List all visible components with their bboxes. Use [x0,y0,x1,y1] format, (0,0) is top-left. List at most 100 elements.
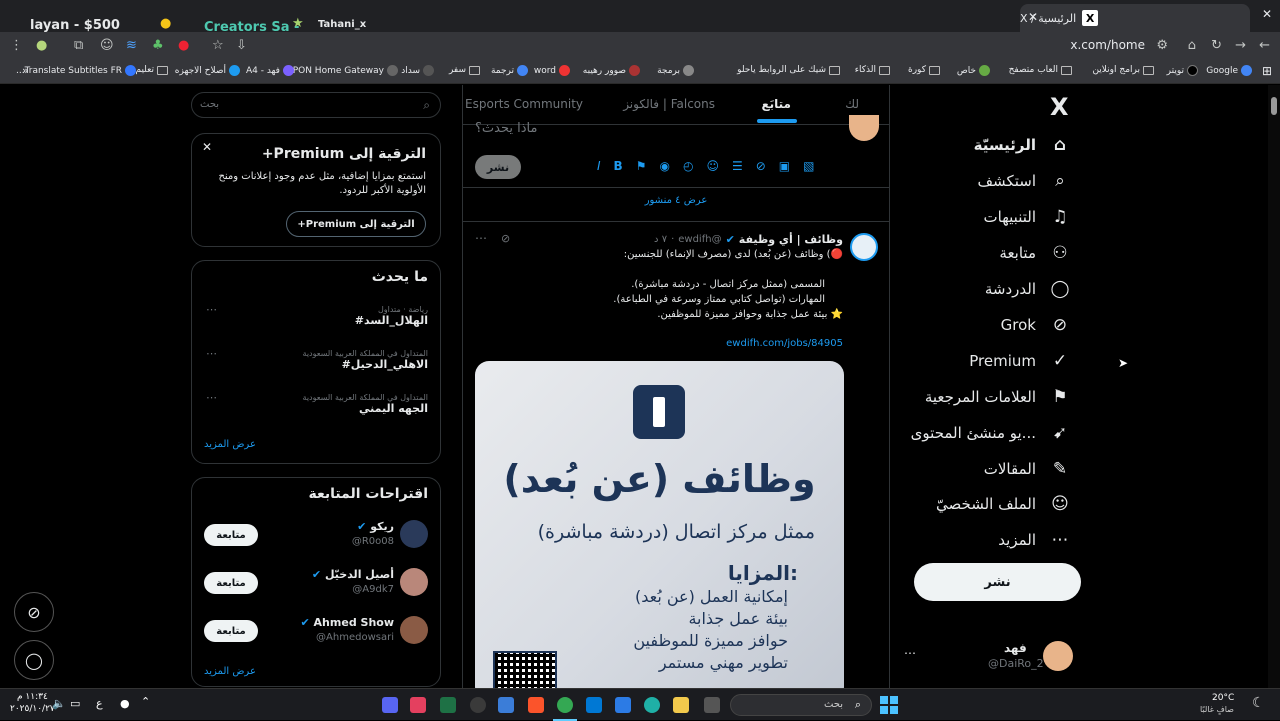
edge-icon[interactable] [644,697,660,713]
nav-profile[interactable]: ☺ الملف الشخصيّ [936,489,1070,519]
discord-icon[interactable] [382,697,398,713]
bookmark-private[interactable]: خاص [957,65,990,76]
profile-icon[interactable]: ● [36,38,47,53]
url-text[interactable]: x.com/home [1070,38,1145,52]
schedule-icon[interactable]: ◴ [683,159,693,173]
weather-moon-icon[interactable]: ☾ [1252,695,1265,711]
sidebar-post-button[interactable]: نشر [914,563,1081,601]
chrome-icon[interactable] [557,697,573,713]
bookmark-translate[interactable]: ترجمة [491,65,528,76]
avatar[interactable] [400,616,428,644]
back-icon[interactable]: ← [1259,38,1270,53]
trends-show-more[interactable]: عرض المزيد [204,439,256,450]
follow-name[interactable]: ريكو ✔ [357,520,394,533]
grok-tweet-icon[interactable]: ⊘ [501,232,510,245]
bookmark-star-icon[interactable]: ☆ [212,38,224,53]
tweet-handle[interactable]: @ewdifh [678,234,721,245]
bookmark-images[interactable]: صوور رهيبه [583,65,640,76]
nav-creator-studio[interactable]: ➹ ...يو منشئ المحتوى [911,418,1070,448]
excel-icon[interactable] [440,697,456,713]
trend-item[interactable]: المتداول في المملكة العربية السعودية #الا… [303,349,428,371]
windows-start-icon[interactable] [880,696,898,714]
trend-more-icon[interactable]: ⋯ [206,347,217,360]
nav-bookmarks[interactable]: ⚑ العلامات المرجعية [925,382,1070,412]
tab-for-you[interactable]: لك [845,97,859,111]
app-blue-icon[interactable] [498,697,514,713]
bookmark-word[interactable]: word [534,65,570,76]
install-icon[interactable]: ⇩ [236,38,247,53]
network-icon[interactable]: ▭ [70,697,80,710]
tab-following[interactable]: متابَع [761,97,791,111]
premium-upgrade-button[interactable]: +Premium الترقية إلى [286,211,426,237]
bookmark-travel[interactable]: سفر [449,65,480,75]
file-explorer-icon[interactable] [673,697,689,713]
more-bookmarks-icon[interactable]: » [22,64,29,77]
input-language[interactable]: ع [96,697,103,710]
menu-icon[interactable]: ⋮ [10,38,23,53]
bookmark-fahad-a4[interactable]: فهد - A4 [246,65,294,76]
forward-icon[interactable]: → [1235,38,1246,53]
follow-button[interactable]: متابعة [204,620,258,642]
tweet-time[interactable]: ٧ د [654,234,667,245]
account-menu-icon[interactable]: ⋯ [904,646,916,660]
bookmark-gpon[interactable]: GPON Home Gateway [286,65,398,76]
nav-articles[interactable]: ✎ المقالات [984,454,1070,484]
bookmark-sadad[interactable]: سداد [401,65,434,76]
nav-grok[interactable]: ⊘ Grok [1001,310,1070,340]
app-circle-icon[interactable] [470,697,486,713]
extension-face-icon[interactable]: ☺ [100,38,114,53]
location-icon[interactable]: ◉ [659,159,669,173]
bookmark-online-tools[interactable]: برامج اونلاين [1092,65,1154,75]
microphone-icon[interactable]: ● [120,697,130,710]
avatar[interactable] [400,568,428,596]
show-posts-link[interactable]: عرض ٤ منشور [463,195,889,206]
flag-icon[interactable]: ⚑ [636,159,647,173]
nav-chat[interactable]: ◯ الدردشة [985,274,1070,304]
taskbar-search-input[interactable]: بحث [824,699,843,710]
bookmark-link-checker[interactable]: شيك على الروابط ياحلو [737,65,840,75]
nav-more[interactable]: ⋯ المزيد [998,525,1070,555]
reload-icon[interactable]: ↻ [1211,38,1222,53]
bookmark-translate-subtitles[interactable]: Translate Subtitles FR... [16,65,136,76]
bookmark-football[interactable]: كورة [908,65,940,75]
tab-falcons[interactable]: فالكونز | Falcons [623,97,715,111]
italic-icon[interactable]: I [597,159,601,173]
composer-input[interactable]: ماذا يحدث؟ [475,121,537,136]
x-logo-icon[interactable]: X [1050,93,1069,121]
bookmark-browser-games[interactable]: العاب متصفح [1009,65,1072,75]
follow-button[interactable]: متابعة [204,524,258,546]
tab-close-all-icon[interactable]: ✕ [1262,7,1272,21]
nav-premium[interactable]: ✓ Premium [969,346,1070,376]
nav-home[interactable]: ⌂ الرئيسيّة [974,130,1070,160]
tab-esports-community[interactable]: Esports Community [465,97,583,111]
volume-icon[interactable]: 🔈 [52,697,66,710]
bookmark-twitter[interactable]: تويتر [1167,65,1198,76]
site-settings-icon[interactable]: ⚙ [1156,38,1168,53]
nav-explore[interactable]: ⌕ استكشف [978,166,1070,196]
bookmark-programming[interactable]: برمجة [657,65,694,76]
trend-item[interactable]: رياضة · متداول #الهلال_السد [355,305,428,327]
bold-icon[interactable]: B [614,159,623,173]
search-input[interactable]: بحث [200,99,219,110]
search-box[interactable]: ⌕ بحث [191,92,441,118]
tweet-avatar[interactable] [850,233,878,261]
account-avatar[interactable] [1043,641,1073,671]
tweet-link[interactable]: ewdifh.com/jobs/84905 [726,338,843,349]
trend-more-icon[interactable]: ⋯ [206,391,217,404]
bookmark-repair[interactable]: أصلاح الاجهزه [175,65,240,76]
extension-leaf-icon[interactable]: ♣ [152,38,164,53]
emoji-icon[interactable]: ☺ [706,159,719,173]
follow-name[interactable]: أصيل الدخيّل ✔ [312,568,394,581]
premium-close-icon[interactable]: ✕ [202,140,212,154]
nav-follow[interactable]: ⚇ متابعة [999,238,1070,268]
nav-notifications[interactable]: ♫ التنبيهات [984,202,1070,232]
follow-show-more[interactable]: عرض المزيد [204,666,256,677]
tab-close-icon[interactable]: ✕ [1028,10,1038,24]
page-scrollbar[interactable] [1268,85,1280,688]
chat-floating-button[interactable]: ◯ [14,640,54,680]
poll-icon[interactable]: ☰ [732,159,743,173]
home-button-icon[interactable]: ⌂ [1188,38,1196,53]
grok-compose-icon[interactable]: ⊘ [756,159,766,173]
extension-wave-icon[interactable]: ≋ [126,38,137,53]
task-view-icon[interactable] [704,697,720,713]
